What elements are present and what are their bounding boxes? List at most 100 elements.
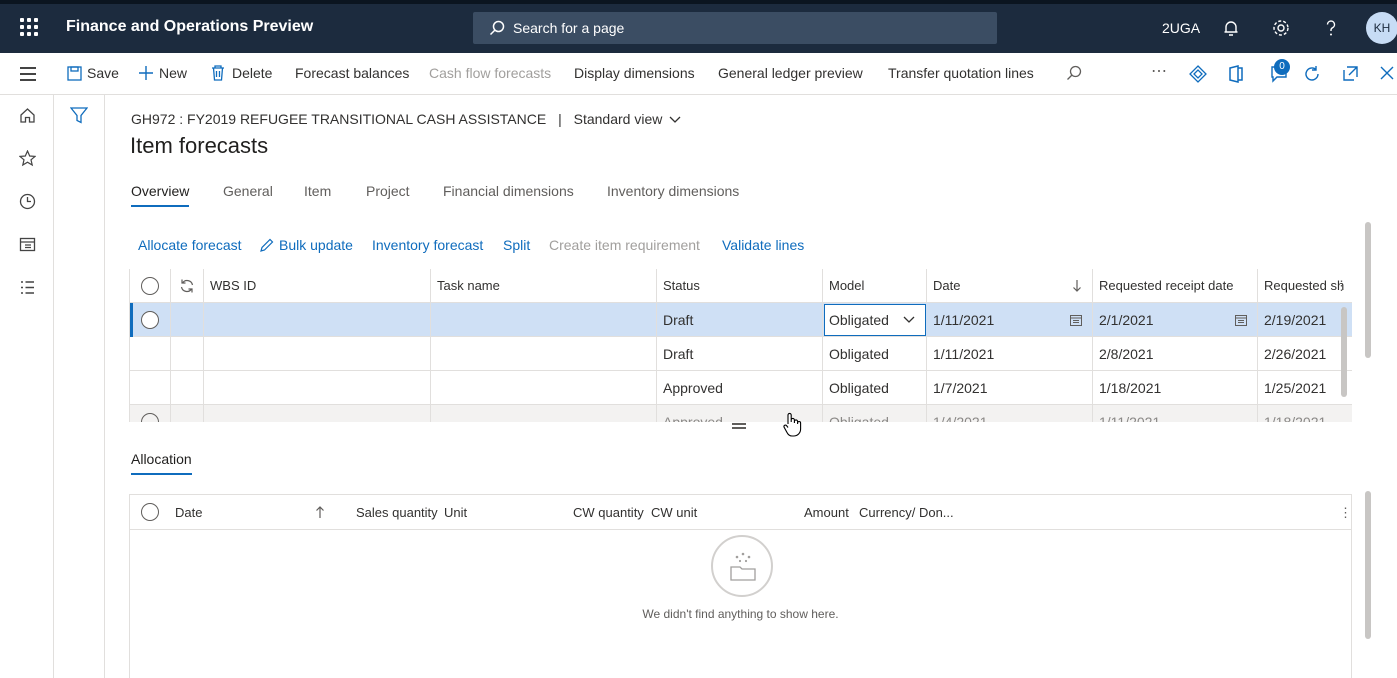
cell-date[interactable]: 1/11/2021 <box>927 337 1093 371</box>
star-icon[interactable] <box>19 150 36 167</box>
cell-model[interactable]: Obligated <box>823 405 927 422</box>
col-sales-quantity[interactable]: Sales quantity <box>356 495 438 530</box>
cell-status[interactable]: Draft <box>657 337 823 371</box>
chevron-down-icon[interactable] <box>669 116 681 124</box>
select-all-radio[interactable] <box>141 277 159 295</box>
tab-general[interactable]: General <box>223 183 273 199</box>
col-status[interactable]: Status <box>657 269 823 303</box>
office-icon[interactable] <box>1228 65 1244 83</box>
cash-flow-forecasts-button[interactable]: Cash flow forecasts <box>429 65 551 81</box>
tab-allocation[interactable]: Allocation <box>131 451 192 475</box>
cell-wbs-id[interactable] <box>204 405 431 422</box>
cell-model[interactable]: Obligated <box>823 337 927 371</box>
cell-wbs-id[interactable] <box>204 303 431 337</box>
col-cw-unit[interactable]: CW unit <box>651 495 697 530</box>
more-icon[interactable]: ⋯ <box>1151 61 1167 81</box>
waffle-icon[interactable] <box>20 18 38 36</box>
calendar-icon[interactable] <box>1235 314 1247 326</box>
cell-task-name[interactable] <box>431 337 657 371</box>
action-search-icon[interactable] <box>1066 65 1082 81</box>
page-scrollbar[interactable] <box>1365 222 1371 358</box>
row-select-radio[interactable] <box>141 311 159 329</box>
table-row[interactable]: Approved Obligated 1/7/2021 1/18/2021 1/… <box>130 371 1352 405</box>
tab-project[interactable]: Project <box>366 183 410 199</box>
general-ledger-preview-button[interactable]: General ledger preview <box>718 65 863 81</box>
column-menu-icon[interactable]: ⋮ <box>1335 269 1348 303</box>
col-alloc-date[interactable]: Date <box>175 495 202 530</box>
view-selector[interactable]: Standard view <box>574 111 663 127</box>
new-button[interactable]: New <box>159 65 187 81</box>
cell-requested-receipt-date[interactable]: 1/18/2021 <box>1093 371 1258 405</box>
splitter-grip[interactable] <box>732 423 746 429</box>
col-date[interactable]: Date <box>927 269 1093 303</box>
col-requested-ship-date[interactable]: Requested sh ⋮ <box>1258 269 1352 303</box>
cell-requested-receipt-date[interactable]: 1/11/2021 <box>1093 405 1258 422</box>
create-item-requirement-button[interactable]: Create item requirement <box>549 237 700 253</box>
allocate-forecast-button[interactable]: Allocate forecast <box>138 237 242 253</box>
col-unit[interactable]: Unit <box>444 495 467 530</box>
forecast-balances-button[interactable]: Forecast balances <box>295 65 409 81</box>
app-title[interactable]: Finance and Operations Preview <box>66 18 313 36</box>
home-icon[interactable] <box>19 107 36 124</box>
filter-icon[interactable] <box>70 107 88 124</box>
display-dimensions-button[interactable]: Display dimensions <box>574 65 695 81</box>
transfer-quotation-lines-button[interactable]: Transfer quotation lines <box>888 65 1034 81</box>
col-currency[interactable]: Currency/ Don... <box>859 495 954 530</box>
col-cw-quantity[interactable]: CW quantity <box>573 495 644 530</box>
tab-overview[interactable]: Overview <box>131 183 190 207</box>
split-button[interactable]: Split <box>503 237 530 253</box>
bell-icon[interactable] <box>1220 17 1242 39</box>
col-wbs-id[interactable]: WBS ID <box>204 269 431 303</box>
cell-date[interactable]: 1/7/2021 <box>927 371 1093 405</box>
table-row[interactable]: Approved Obligated 1/4/2021 1/11/2021 1/… <box>130 405 1352 422</box>
close-icon[interactable] <box>1380 66 1394 80</box>
allocation-scrollbar[interactable] <box>1365 491 1371 639</box>
open-new-window-icon[interactable] <box>1341 65 1359 83</box>
cell-date[interactable]: 1/4/2021 <box>927 405 1093 422</box>
search-input[interactable]: Search for a page <box>473 12 997 44</box>
col-amount[interactable]: Amount <box>804 495 849 530</box>
grid-refresh-icon[interactable] <box>179 278 195 294</box>
sort-down-icon[interactable] <box>1072 279 1082 293</box>
select-all-radio[interactable] <box>141 503 159 521</box>
refresh-icon[interactable] <box>1303 65 1321 83</box>
column-menu-icon[interactable]: ⋮ <box>1339 495 1352 530</box>
grid-scrollbar[interactable] <box>1341 307 1347 397</box>
diamond-icon[interactable] <box>1189 65 1207 83</box>
list-icon[interactable] <box>19 279 36 296</box>
tab-inventory-dimensions[interactable]: Inventory dimensions <box>607 183 739 199</box>
inventory-forecast-button[interactable]: Inventory forecast <box>372 237 483 253</box>
company-picker[interactable]: 2UGA <box>1162 20 1200 36</box>
cell-date[interactable]: 1/11/2021 <box>927 303 1093 337</box>
bulk-update-button[interactable]: Bulk update <box>279 237 353 253</box>
validate-lines-button[interactable]: Validate lines <box>722 237 804 253</box>
cell-requested-ship-date[interactable]: 1/25/2021 <box>1258 371 1352 405</box>
cell-task-name[interactable] <box>431 405 657 422</box>
tab-financial-dimensions[interactable]: Financial dimensions <box>443 183 574 199</box>
cell-status[interactable]: Approved <box>657 371 823 405</box>
cell-requested-receipt-date[interactable]: 2/1/2021 <box>1093 303 1258 337</box>
sort-up-icon[interactable] <box>315 505 325 519</box>
cell-task-name[interactable] <box>431 303 657 337</box>
table-row[interactable]: Draft Obligated 1/11/2021 2/1/2021 2/19/… <box>130 303 1352 337</box>
cell-requested-ship-date[interactable]: 1/18/2021 <box>1258 405 1352 422</box>
workspace-icon[interactable] <box>19 236 36 253</box>
cell-model[interactable]: Obligated <box>823 371 927 405</box>
cell-task-name[interactable] <box>431 371 657 405</box>
tab-item[interactable]: Item <box>304 183 331 199</box>
delete-button[interactable]: Delete <box>232 65 272 81</box>
cell-requested-receipt-date[interactable]: 2/8/2021 <box>1093 337 1258 371</box>
gear-icon[interactable] <box>1270 17 1292 39</box>
hamburger-icon[interactable] <box>20 67 36 85</box>
avatar[interactable]: KH <box>1366 12 1397 44</box>
cell-wbs-id[interactable] <box>204 337 431 371</box>
cell-wbs-id[interactable] <box>204 371 431 405</box>
col-requested-receipt-date[interactable]: Requested receipt date <box>1093 269 1258 303</box>
chevron-down-icon[interactable] <box>903 316 915 324</box>
cell-status[interactable]: Draft <box>657 303 823 337</box>
model-dropdown[interactable]: Obligated <box>824 304 926 336</box>
cell-requested-ship-date[interactable]: 2/26/2021 <box>1258 337 1352 371</box>
calendar-icon[interactable] <box>1070 314 1082 326</box>
save-button[interactable]: Save <box>87 65 119 81</box>
table-row[interactable]: Draft Obligated 1/11/2021 2/8/2021 2/26/… <box>130 337 1352 371</box>
